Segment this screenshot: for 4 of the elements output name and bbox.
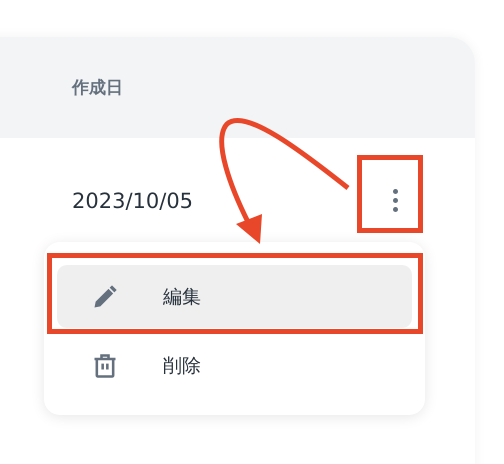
menu-item[interactable]: 削除 [57, 334, 412, 397]
column-header: 作成日 [72, 77, 123, 99]
menu-item[interactable]: 編集 [57, 265, 412, 328]
date-cell: 2023/10/05 [72, 188, 194, 212]
